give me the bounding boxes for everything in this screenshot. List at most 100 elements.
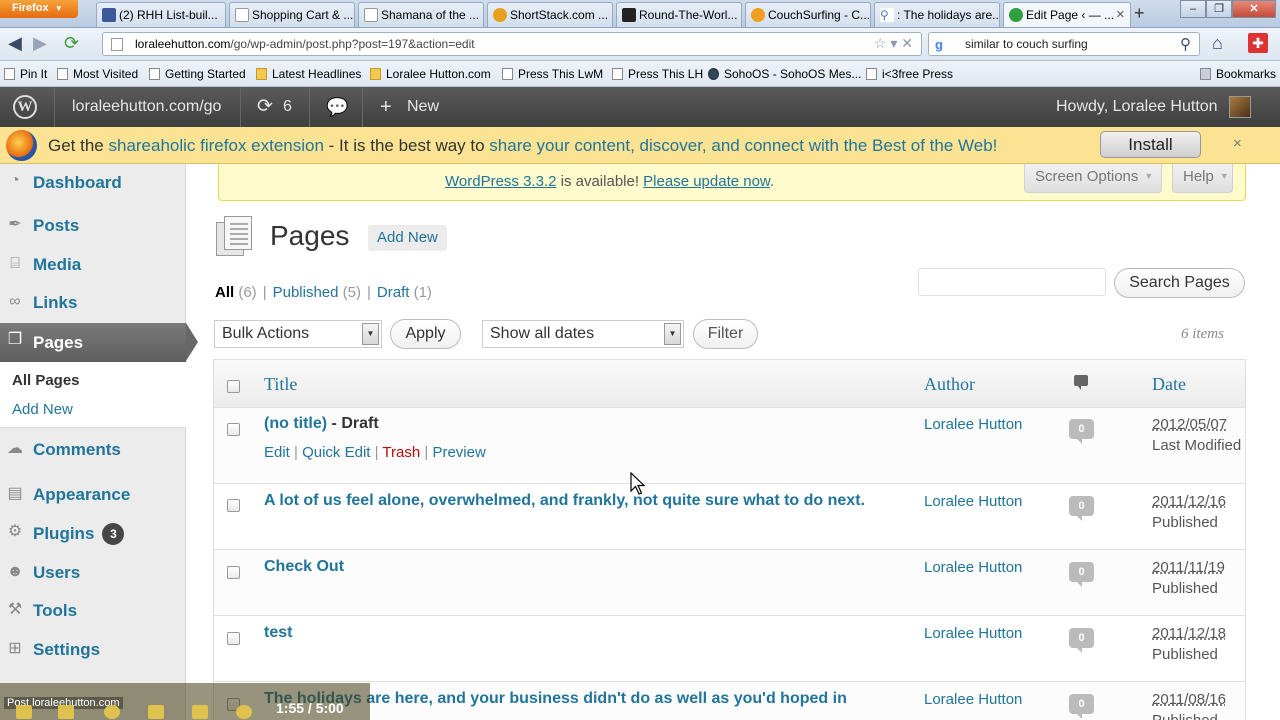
row-author[interactable]: Loralee Hutton	[924, 625, 1022, 642]
sidebar-item-appearance[interactable]: ▤ Appearance	[0, 477, 186, 511]
updates-count[interactable]: 6	[283, 87, 292, 127]
bookmark-star-icon[interactable]: ☆ ▾ ✕	[874, 35, 913, 52]
close-icon[interactable]	[236, 705, 252, 719]
bookmark-item[interactable]: Pin It	[4, 67, 47, 81]
browser-tab[interactable]: Round-The-Worl...	[616, 2, 742, 27]
row-checkbox[interactable]	[227, 423, 240, 436]
sidebar-item-links[interactable]: ∞ Links	[0, 285, 186, 319]
site-name-link[interactable]: loraleehutton.com/go	[72, 87, 221, 127]
row-title-link[interactable]: Check Out	[264, 558, 344, 576]
update-now-link[interactable]: Please update now	[643, 173, 770, 190]
row-author[interactable]: Loralee Hutton	[924, 493, 1022, 510]
undo-icon[interactable]	[192, 705, 208, 719]
row-author[interactable]: Loralee Hutton	[924, 691, 1022, 708]
bookmarks-menu[interactable]: Bookmarks	[1200, 67, 1276, 81]
plus-icon[interactable]: +	[380, 87, 392, 127]
bookmark-item[interactable]: i<3free Press	[866, 67, 953, 81]
sidebar-item-posts[interactable]: ✒ Posts	[0, 208, 186, 242]
home-icon[interactable]: ⌂	[1212, 33, 1223, 54]
select-all-checkbox[interactable]	[227, 380, 240, 393]
edit-link[interactable]: Edit	[264, 444, 290, 461]
webcam-icon[interactable]	[104, 705, 120, 719]
search-icon[interactable]: ⚲	[1180, 35, 1191, 53]
bookmark-item[interactable]: Press This LwM	[502, 67, 603, 81]
row-checkbox[interactable]	[227, 566, 240, 579]
comment-count-bubble[interactable]: 0	[1069, 694, 1094, 719]
shareaholic-link[interactable]: shareaholic firefox extension	[108, 136, 323, 155]
sidebar-item-media[interactable]: ⌸ Media	[0, 247, 186, 281]
comment-count-bubble[interactable]: 0	[1069, 562, 1094, 587]
row-title-link[interactable]: test	[264, 624, 292, 642]
close-icon[interactable]: ×	[1233, 135, 1242, 152]
submenu-all-pages[interactable]: All Pages	[12, 372, 80, 389]
microphone-icon[interactable]	[148, 705, 164, 719]
browser-tab[interactable]: (2) RHH List-buil...	[96, 2, 226, 27]
stop-icon[interactable]	[16, 705, 32, 719]
sidebar-item-pages[interactable]: ❐ Pages	[0, 323, 186, 362]
search-input[interactable]	[918, 268, 1106, 296]
dates-select[interactable]: Show all dates ▼	[482, 320, 684, 348]
submenu-add-new[interactable]: Add New	[12, 401, 73, 418]
browser-tab-active[interactable]: Edit Page ‹ — ... ✕	[1003, 2, 1131, 27]
addon-icon[interactable]: ✚	[1248, 33, 1268, 53]
trash-link[interactable]: Trash	[382, 444, 420, 461]
row-title-link[interactable]: A lot of us feel alone, overwhelmed, and…	[264, 492, 865, 510]
comment-count-bubble[interactable]: 0	[1069, 628, 1094, 653]
row-title-link[interactable]: (no title)	[264, 415, 327, 432]
url-bar[interactable]: loraleehutton.com/go/wp-admin/post.php?p…	[102, 32, 922, 56]
bookmark-item[interactable]: Getting Started	[149, 67, 246, 81]
bookmark-item[interactable]: SohoOS - SohoOS Mes...	[708, 67, 861, 81]
back-icon[interactable]: ◀	[8, 33, 22, 54]
updates-icon[interactable]: ⟳	[257, 87, 273, 127]
maximize-icon[interactable]: ❐	[1206, 0, 1232, 18]
browser-tab[interactable]: Shopping Cart & ...	[229, 2, 355, 27]
sidebar-item-dashboard[interactable]: ◔ Dashboard	[0, 164, 186, 200]
bookmark-item[interactable]: Loralee Hutton.com	[370, 67, 491, 81]
new-content-link[interactable]: New	[407, 87, 439, 127]
share-content-link[interactable]: share your content, discover, and connec…	[489, 136, 997, 155]
firefox-menu-button[interactable]: Firefox ▼	[0, 0, 78, 18]
row-checkbox[interactable]	[227, 499, 240, 512]
search-pages-button[interactable]: Search Pages	[1114, 268, 1245, 298]
bulk-actions-select[interactable]: Bulk Actions ▼	[214, 320, 382, 348]
preview-link[interactable]: Preview	[432, 444, 485, 461]
wordpress-logo-icon[interactable]: W	[13, 95, 37, 119]
row-author[interactable]: Loralee Hutton	[924, 416, 1022, 433]
filter-draft[interactable]: Draft	[377, 284, 410, 301]
row-author[interactable]: Loralee Hutton	[924, 559, 1022, 576]
comment-icon[interactable]	[1074, 375, 1088, 390]
quick-edit-link[interactable]: Quick Edit	[302, 444, 370, 461]
column-date[interactable]: Date	[1152, 374, 1186, 395]
minimize-icon[interactable]: –	[1180, 0, 1206, 18]
row-checkbox[interactable]	[227, 632, 240, 645]
bookmark-item[interactable]: Most Visited	[57, 67, 138, 81]
new-tab-icon[interactable]: +	[1134, 3, 1145, 24]
pause-icon[interactable]	[58, 705, 74, 719]
sidebar-item-users[interactable]: ☻ Users	[0, 555, 186, 589]
forward-icon[interactable]: ▶	[33, 33, 47, 54]
sidebar-item-plugins[interactable]: ⚙ Plugins 3	[0, 515, 186, 549]
browser-tab[interactable]: Shamana of the ...	[358, 2, 484, 27]
bookmark-item[interactable]: Press This LH	[612, 67, 703, 81]
sidebar-item-comments[interactable]: ☁ Comments	[0, 432, 186, 466]
avatar[interactable]	[1229, 96, 1251, 118]
identity-icon[interactable]: ⟳	[64, 33, 79, 54]
screen-options-button[interactable]: Screen Options ▼	[1024, 164, 1162, 193]
sidebar-item-settings[interactable]: ⊞ Settings	[0, 632, 186, 666]
howdy-user-link[interactable]: Howdy, Loralee Hutton	[1056, 87, 1218, 127]
comment-count-bubble[interactable]: 0	[1069, 419, 1094, 444]
browser-tab[interactable]: ⚲: The holidays are...	[874, 2, 1000, 27]
browser-tab[interactable]: CouchSurfing - C...	[745, 2, 871, 27]
column-title[interactable]: Title	[264, 374, 297, 395]
close-tab-icon[interactable]: ✕	[1116, 8, 1125, 21]
bookmark-item[interactable]: Latest Headlines	[256, 67, 361, 81]
search-bar[interactable]: g similar to couch surfing ⚲	[928, 32, 1200, 56]
comments-icon[interactable]: 💬	[326, 87, 348, 127]
apply-button[interactable]: Apply	[390, 319, 461, 349]
wordpress-version-link[interactable]: WordPress 3.3.2	[445, 173, 556, 190]
comment-count-bubble[interactable]: 0	[1069, 496, 1094, 521]
window-close-icon[interactable]: ✕	[1232, 0, 1276, 18]
install-button[interactable]: Install	[1100, 131, 1201, 158]
filter-published[interactable]: Published	[273, 284, 339, 301]
filter-all[interactable]: All	[215, 284, 234, 301]
